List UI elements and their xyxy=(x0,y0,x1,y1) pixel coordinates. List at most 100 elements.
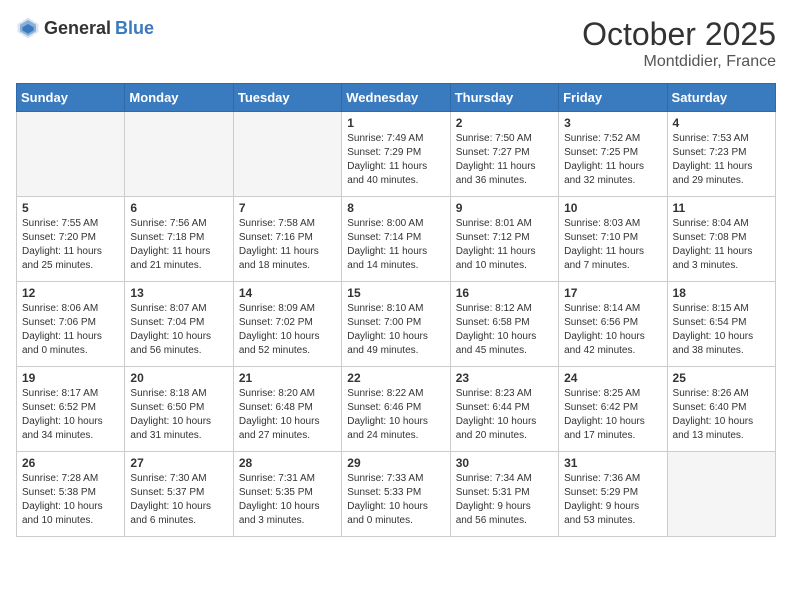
day-info: Sunrise: 7:33 AM Sunset: 5:33 PM Dayligh… xyxy=(347,472,444,528)
calendar-cell: 8 Sunrise: 8:00 AM Sunset: 7:14 PM Daylig… xyxy=(342,197,450,282)
day-info: Sunrise: 7:52 AM Sunset: 7:25 PM Dayligh… xyxy=(564,132,661,188)
weekday-header-wednesday: Wednesday xyxy=(342,84,450,112)
calendar-table: SundayMondayTuesdayWednesdayThursdayFrid… xyxy=(16,83,776,537)
day-number: 2 xyxy=(456,116,553,130)
day-info: Sunrise: 8:22 AM Sunset: 6:46 PM Dayligh… xyxy=(347,387,444,443)
day-number: 28 xyxy=(239,456,336,470)
day-number: 19 xyxy=(22,371,119,385)
calendar-cell: 20Sunrise: 8:18 AM Sunset: 6:50 PM Dayli… xyxy=(125,367,233,452)
calendar-cell: 7Sunrise: 7:58 AM Sunset: 7:16 PM Daylig… xyxy=(233,197,341,282)
calendar-cell: 17 Sunrise: 8:14 AM Sunset: 6:56 PM Dayli… xyxy=(559,282,667,367)
weekday-header-row: SundayMondayTuesdayWednesdayThursdayFrid… xyxy=(17,84,776,112)
day-info: Sunrise: 7:56 AM Sunset: 7:18 PM Dayligh… xyxy=(130,217,227,273)
calendar-cell: 22 Sunrise: 8:22 AM Sunset: 6:46 PM Dayli… xyxy=(342,367,450,452)
day-info: Sunrise: 8:04 AM Sunset: 7:08 PM Dayligh… xyxy=(673,217,770,273)
weekday-header-thursday: Thursday xyxy=(450,84,558,112)
location-title: Montdidier, France xyxy=(582,53,776,71)
day-number: 23 xyxy=(456,371,553,385)
day-info: Sunrise: 7:53 AM Sunset: 7:23 PM Dayligh… xyxy=(673,132,770,188)
day-info: Sunrise: 8:14 AM Sunset: 6:56 PM Dayligh… xyxy=(564,302,661,358)
day-number: 14 xyxy=(239,286,336,300)
calendar-week-row: 19Sunrise: 8:17 AM Sunset: 6:52 PM Dayli… xyxy=(17,367,776,452)
day-info: Sunrise: 8:25 AM Sunset: 6:42 PM Dayligh… xyxy=(564,387,661,443)
day-number: 3 xyxy=(564,116,661,130)
weekday-header-monday: Monday xyxy=(125,84,233,112)
calendar-cell xyxy=(233,112,341,197)
calendar-cell: 31Sunrise: 7:36 AM Sunset: 5:29 PM Dayli… xyxy=(559,452,667,537)
day-info: Sunrise: 8:03 AM Sunset: 7:10 PM Dayligh… xyxy=(564,217,661,273)
day-info: Sunrise: 8:12 AM Sunset: 6:58 PM Dayligh… xyxy=(456,302,553,358)
calendar-cell: 1Sunrise: 7:49 AM Sunset: 7:29 PM Daylig… xyxy=(342,112,450,197)
calendar-cell: 24 Sunrise: 8:25 AM Sunset: 6:42 PM Dayli… xyxy=(559,367,667,452)
calendar-cell: 14 Sunrise: 8:09 AM Sunset: 7:02 PM Dayli… xyxy=(233,282,341,367)
weekday-header-saturday: Saturday xyxy=(667,84,775,112)
day-number: 10 xyxy=(564,201,661,215)
day-number: 27 xyxy=(130,456,227,470)
day-number: 13 xyxy=(130,286,227,300)
page-header: General Blue October 2025 Montdidier, Fr… xyxy=(16,16,776,71)
day-number: 22 xyxy=(347,371,444,385)
day-info: Sunrise: 7:55 AM Sunset: 7:20 PM Dayligh… xyxy=(22,217,119,273)
day-number: 24 xyxy=(564,371,661,385)
day-number: 4 xyxy=(673,116,770,130)
calendar-cell xyxy=(125,112,233,197)
calendar-cell: 18Sunrise: 8:15 AM Sunset: 6:54 PM Dayli… xyxy=(667,282,775,367)
day-info: Sunrise: 7:28 AM Sunset: 5:38 PM Dayligh… xyxy=(22,472,119,528)
day-number: 20 xyxy=(130,371,227,385)
day-info: Sunrise: 7:50 AM Sunset: 7:27 PM Dayligh… xyxy=(456,132,553,188)
day-number: 31 xyxy=(564,456,661,470)
day-number: 15 xyxy=(347,286,444,300)
day-number: 26 xyxy=(22,456,119,470)
day-info: Sunrise: 8:06 AM Sunset: 7:06 PM Dayligh… xyxy=(22,302,119,358)
day-info: Sunrise: 8:01 AM Sunset: 7:12 PM Dayligh… xyxy=(456,217,553,273)
day-number: 17 xyxy=(564,286,661,300)
day-info: Sunrise: 7:58 AM Sunset: 7:16 PM Dayligh… xyxy=(239,217,336,273)
calendar-cell: 27 Sunrise: 7:30 AM Sunset: 5:37 PM Dayli… xyxy=(125,452,233,537)
title-block: October 2025 Montdidier, France xyxy=(582,16,776,71)
day-number: 18 xyxy=(673,286,770,300)
day-number: 25 xyxy=(673,371,770,385)
day-info: Sunrise: 8:09 AM Sunset: 7:02 PM Dayligh… xyxy=(239,302,336,358)
calendar-cell: 3 Sunrise: 7:52 AM Sunset: 7:25 PM Daylig… xyxy=(559,112,667,197)
day-number: 6 xyxy=(130,201,227,215)
day-number: 9 xyxy=(456,201,553,215)
day-number: 29 xyxy=(347,456,444,470)
day-info: Sunrise: 7:30 AM Sunset: 5:37 PM Dayligh… xyxy=(130,472,227,528)
day-number: 5 xyxy=(22,201,119,215)
logo-icon xyxy=(16,16,40,40)
day-number: 30 xyxy=(456,456,553,470)
calendar-cell: 2 Sunrise: 7:50 AM Sunset: 7:27 PM Daylig… xyxy=(450,112,558,197)
day-number: 8 xyxy=(347,201,444,215)
weekday-header-sunday: Sunday xyxy=(17,84,125,112)
logo-general-text: General xyxy=(44,18,111,39)
calendar-week-row: 26 Sunrise: 7:28 AM Sunset: 5:38 PM Dayli… xyxy=(17,452,776,537)
day-info: Sunrise: 8:26 AM Sunset: 6:40 PM Dayligh… xyxy=(673,387,770,443)
day-info: Sunrise: 8:07 AM Sunset: 7:04 PM Dayligh… xyxy=(130,302,227,358)
calendar-cell xyxy=(667,452,775,537)
calendar-cell xyxy=(17,112,125,197)
calendar-cell: 25 Sunrise: 8:26 AM Sunset: 6:40 PM Dayli… xyxy=(667,367,775,452)
day-number: 12 xyxy=(22,286,119,300)
calendar-cell: 6 Sunrise: 7:56 AM Sunset: 7:18 PM Daylig… xyxy=(125,197,233,282)
day-number: 11 xyxy=(673,201,770,215)
logo-blue-text: Blue xyxy=(115,18,154,39)
calendar-cell: 13 Sunrise: 8:07 AM Sunset: 7:04 PM Dayli… xyxy=(125,282,233,367)
day-info: Sunrise: 7:34 AM Sunset: 5:31 PM Dayligh… xyxy=(456,472,553,528)
calendar-cell: 16Sunrise: 8:12 AM Sunset: 6:58 PM Dayli… xyxy=(450,282,558,367)
calendar-cell: 19Sunrise: 8:17 AM Sunset: 6:52 PM Dayli… xyxy=(17,367,125,452)
day-info: Sunrise: 8:10 AM Sunset: 7:00 PM Dayligh… xyxy=(347,302,444,358)
weekday-header-friday: Friday xyxy=(559,84,667,112)
day-info: Sunrise: 8:00 AM Sunset: 7:14 PM Dayligh… xyxy=(347,217,444,273)
calendar-cell: 12 Sunrise: 8:06 AM Sunset: 7:06 PM Dayli… xyxy=(17,282,125,367)
calendar-cell: 26 Sunrise: 7:28 AM Sunset: 5:38 PM Dayli… xyxy=(17,452,125,537)
calendar-cell: 4 Sunrise: 7:53 AM Sunset: 7:23 PM Daylig… xyxy=(667,112,775,197)
calendar-cell: 23 Sunrise: 8:23 AM Sunset: 6:44 PM Dayli… xyxy=(450,367,558,452)
calendar-cell: 10 Sunrise: 8:03 AM Sunset: 7:10 PM Dayli… xyxy=(559,197,667,282)
day-number: 1 xyxy=(347,116,444,130)
day-info: Sunrise: 8:23 AM Sunset: 6:44 PM Dayligh… xyxy=(456,387,553,443)
calendar-cell: 9 Sunrise: 8:01 AM Sunset: 7:12 PM Daylig… xyxy=(450,197,558,282)
calendar-cell: 21Sunrise: 8:20 AM Sunset: 6:48 PM Dayli… xyxy=(233,367,341,452)
logo: General Blue xyxy=(16,16,154,40)
day-info: Sunrise: 7:31 AM Sunset: 5:35 PM Dayligh… xyxy=(239,472,336,528)
weekday-header-tuesday: Tuesday xyxy=(233,84,341,112)
